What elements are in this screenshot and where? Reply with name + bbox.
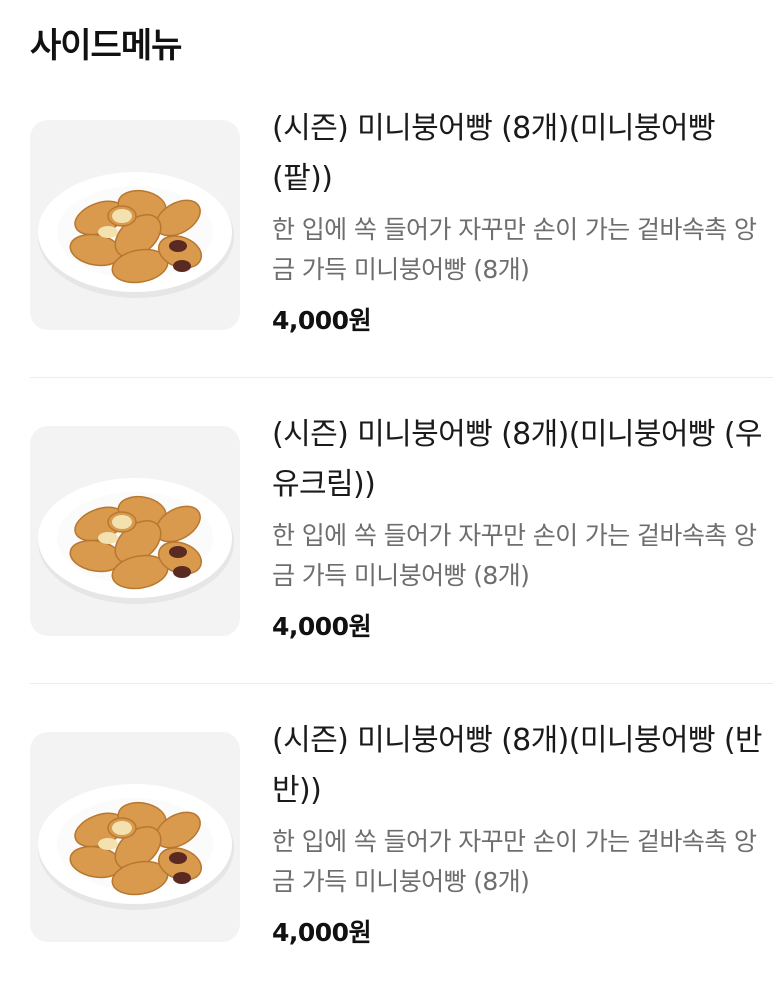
divider: [30, 683, 773, 684]
menu-item-name: (시즌) 미니붕어빵 (8개)(미니붕어빵 (우유크림)): [272, 417, 763, 502]
menu-list: (시즌) 미니붕어빵 (8개)(미니붕어빵 (팥)) 한 입에 쏙 들어가 자꾸…: [0, 0, 773, 965]
menu-item-price: 4,000원: [272, 612, 372, 641]
menu-item[interactable]: (시즌) 미니붕어빵 (8개)(미니붕어빵 (반반)) 한 입에 쏙 들어가 자…: [0, 704, 773, 1004]
menu-item-image: [30, 120, 240, 330]
menu-item-description: 한 입에 쏙 들어가 자꾸만 손이 가는 겉바속촉 앙금 가득 미니붕어빵 (8…: [272, 827, 757, 896]
menu-item-image: [30, 732, 240, 942]
menu-item-name: (시즌) 미니붕어빵 (8개)(미니붕어빵 (팥)): [272, 111, 715, 196]
menu-item[interactable]: (시즌) 미니붕어빵 (8개)(미니붕어빵 (우유크림)) 한 입에 쏙 들어가…: [0, 398, 773, 698]
fish-bread-plate-icon: [38, 172, 234, 298]
menu-item[interactable]: (시즌) 미니붕어빵 (8개)(미니붕어빵 (팥)) 한 입에 쏙 들어가 자꾸…: [0, 92, 773, 392]
divider: [30, 377, 773, 378]
menu-item-name: (시즌) 미니붕어빵 (8개)(미니붕어빵 (반반)): [272, 723, 763, 808]
menu-item-description: 한 입에 쏙 들어가 자꾸만 손이 가는 겉바속촉 앙금 가득 미니붕어빵 (8…: [272, 215, 757, 284]
menu-item-price: 4,000원: [272, 306, 372, 335]
fish-bread-plate-icon: [38, 478, 234, 604]
menu-item-image: [30, 426, 240, 636]
menu-item-description: 한 입에 쏙 들어가 자꾸만 손이 가는 겉바속촉 앙금 가득 미니붕어빵 (8…: [272, 521, 757, 590]
fish-bread-plate-icon: [38, 784, 234, 910]
menu-item-price: 4,000원: [272, 918, 372, 947]
